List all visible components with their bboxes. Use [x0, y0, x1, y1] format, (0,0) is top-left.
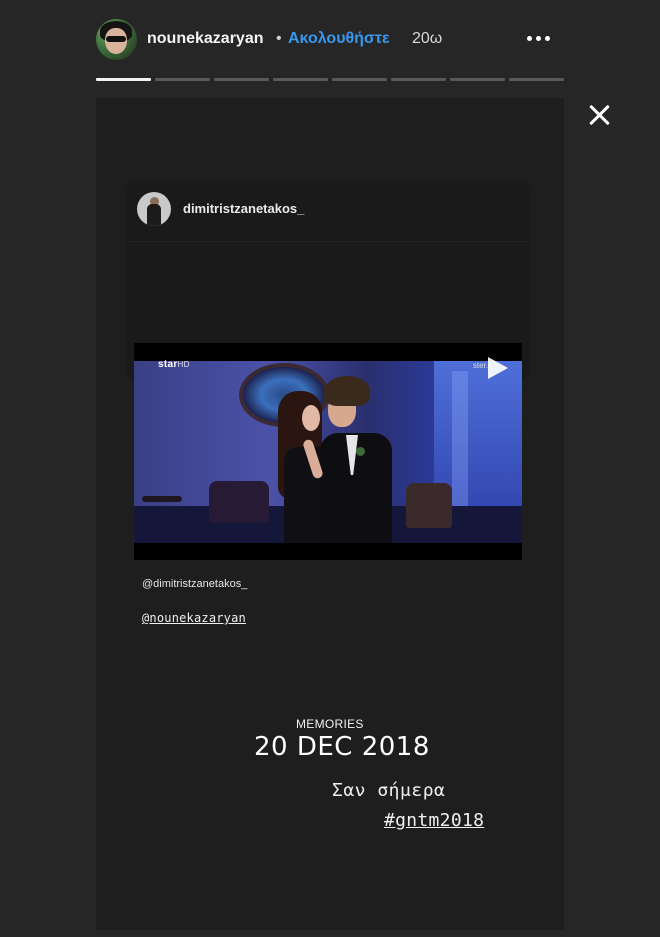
story-header: nounekazaryan • Ακολουθήστε 20ω: [0, 0, 660, 80]
post-divider: [126, 241, 530, 242]
progress-segment: [509, 78, 564, 81]
story-progress-bar: [96, 78, 564, 81]
memories-label: MEMORIES: [296, 717, 364, 731]
progress-segment: [214, 78, 269, 81]
progress-segment: [450, 78, 505, 81]
follow-button[interactable]: Ακολουθήστε: [288, 30, 390, 48]
caption-text: Σαν σήμερα: [332, 780, 446, 801]
channel-logo: starHD: [158, 359, 190, 370]
progress-segment: [96, 78, 151, 81]
progress-segment: [273, 78, 328, 81]
avatar-body: [147, 204, 161, 226]
avatar-sunglasses: [106, 36, 126, 42]
close-icon[interactable]: [585, 100, 615, 130]
progress-segment: [155, 78, 210, 81]
shared-post-username[interactable]: dimitristzanetakos_: [183, 201, 304, 216]
sofa: [209, 481, 269, 523]
progress-segment: [332, 78, 387, 81]
more-options-icon[interactable]: [523, 27, 553, 49]
profile-avatar[interactable]: [96, 19, 137, 60]
profile-username[interactable]: nounekazaryan: [147, 30, 263, 48]
story-age: 20ω: [412, 30, 443, 47]
story-frame[interactable]: dimitristzanetakos_ starHD ster.c @dimit…: [96, 98, 564, 930]
hashtag-link[interactable]: #gntm2018: [384, 810, 484, 831]
progress-segment: [391, 78, 446, 81]
video-scene: [134, 361, 522, 543]
separator-dot: •: [276, 30, 282, 47]
mention-dimitristzanetakos[interactable]: @dimitristzanetakos_: [142, 578, 247, 590]
man-hair: [324, 376, 370, 406]
boutonniere: [356, 447, 365, 456]
shared-post-avatar[interactable]: [137, 192, 171, 226]
armchair: [406, 483, 452, 528]
woman-face: [302, 405, 320, 431]
video-thumbnail[interactable]: starHD ster.c: [134, 343, 522, 560]
memories-date: 20 DEC 2018: [254, 732, 430, 762]
side-table: [142, 496, 182, 502]
mention-nounekazaryan[interactable]: @nounekazaryan: [142, 611, 246, 625]
play-icon[interactable]: [488, 357, 508, 379]
